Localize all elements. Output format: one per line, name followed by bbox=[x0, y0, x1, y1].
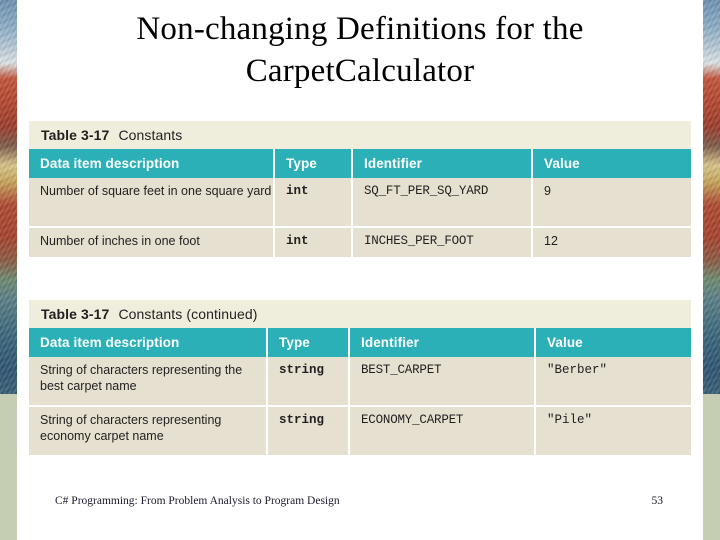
column-header-type: Type bbox=[267, 328, 350, 357]
cell-type: string bbox=[267, 357, 350, 407]
slide-footer: C# Programming: From Problem Analysis to… bbox=[55, 495, 665, 507]
column-header-description: Data item description bbox=[29, 149, 275, 178]
decorative-sage-panel-left bbox=[0, 394, 17, 540]
footer-book-title: C# Programming: From Problem Analysis to… bbox=[55, 495, 340, 507]
table-header-row: Data item description Type Identifier Va… bbox=[29, 328, 691, 357]
column-header-identifier: Identifier bbox=[352, 149, 533, 178]
slide: Non-changing Definitions for the CarpetC… bbox=[0, 0, 720, 540]
column-header-description: Data item description bbox=[29, 328, 268, 357]
cell-identifier: INCHES_PER_FOOT bbox=[352, 227, 533, 257]
cell-value: 12 bbox=[532, 227, 691, 257]
cell-description: String of characters representing econom… bbox=[29, 406, 268, 455]
table-caption-text: Constants (continued) bbox=[118, 306, 258, 322]
photo-texture-right bbox=[703, 0, 720, 394]
decorative-photo-strip-left bbox=[0, 0, 17, 394]
column-header-value: Value bbox=[532, 149, 691, 178]
table-constants: Table 3-17 Constants Data item descriptio… bbox=[29, 121, 691, 257]
column-header-value: Value bbox=[535, 328, 691, 357]
table-row: Number of inches in one foot int INCHES_… bbox=[29, 227, 691, 257]
table-constants-continued: Table 3-17 Constants (continued) Data ite… bbox=[29, 300, 691, 455]
cell-value: "Berber" bbox=[535, 357, 691, 407]
table-row: Number of square feet in one square yard… bbox=[29, 178, 691, 228]
cell-description: Number of inches in one foot bbox=[29, 227, 275, 257]
cell-identifier: BEST_CARPET bbox=[349, 357, 536, 407]
table-header-row: Data item description Type Identifier Va… bbox=[29, 149, 691, 178]
table-caption-number: Table 3-17 bbox=[41, 127, 110, 143]
footer-page-number: 53 bbox=[651, 495, 664, 507]
decorative-photo-strip-right bbox=[703, 0, 720, 394]
column-header-type: Type bbox=[274, 149, 353, 178]
column-header-identifier: Identifier bbox=[349, 328, 536, 357]
table: Table 3-17 Constants Data item descriptio… bbox=[29, 121, 691, 257]
table-row: String of characters representing the be… bbox=[29, 357, 691, 407]
table-row: String of characters representing econom… bbox=[29, 406, 691, 455]
slide-title: Non-changing Definitions for the CarpetC… bbox=[136, 11, 584, 90]
cell-type: string bbox=[267, 406, 350, 455]
cell-description: String of characters representing the be… bbox=[29, 357, 268, 407]
photo-texture-left bbox=[0, 0, 17, 394]
cell-description: Number of square feet in one square yard bbox=[29, 178, 275, 228]
cell-type: int bbox=[274, 227, 353, 257]
table-caption: Table 3-17 Constants bbox=[29, 121, 691, 149]
table-caption-number: Table 3-17 bbox=[41, 306, 110, 322]
cell-value: "Pile" bbox=[535, 406, 691, 455]
cell-value: 9 bbox=[532, 178, 691, 228]
cell-type: int bbox=[274, 178, 353, 228]
cell-identifier: SQ_FT_PER_SQ_YARD bbox=[352, 178, 533, 228]
decorative-sage-panel-right bbox=[703, 394, 720, 540]
table-caption: Table 3-17 Constants (continued) bbox=[29, 300, 691, 328]
table-caption-text: Constants bbox=[118, 127, 183, 143]
cell-identifier: ECONOMY_CARPET bbox=[349, 406, 536, 455]
table: Table 3-17 Constants (continued) Data ite… bbox=[29, 300, 691, 455]
